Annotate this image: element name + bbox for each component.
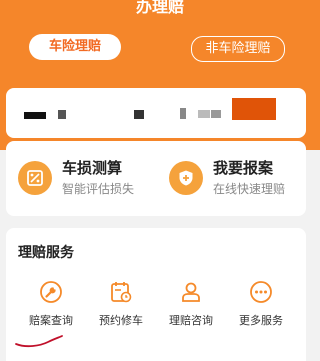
report-case-subtitle: 在线快速理赔 [213,182,286,196]
service-repair-booking[interactable]: 预约修车 [86,280,156,328]
wrench-icon [40,281,62,303]
quick-actions-card: 车损测算 智能评估损失 我要报案 在线快速理赔 [6,141,306,216]
report-case-action[interactable]: 我要报案 在线快速理赔 [169,153,309,203]
services-title: 理赔服务 [18,245,74,261]
damage-estimate-label: 车损测算 [62,159,123,177]
redacted-block [232,98,276,120]
service-claim-query-label: 赔案查询 [29,314,73,327]
service-claim-consult-label: 理赔咨询 [169,314,213,327]
calendar-clock-icon [111,282,132,303]
redacted-block [134,110,144,119]
report-case-label: 我要报案 [213,159,274,177]
tab-non-car-claims[interactable]: 非车险理赔 [191,36,285,62]
damage-estimate-subtitle: 智能评估损失 [62,182,135,196]
damage-estimate-action[interactable]: 车损测算 智能评估损失 [18,153,158,203]
redacted-block [198,110,210,118]
percent-document-icon [18,161,52,195]
service-claim-query[interactable]: 赔案查询 [16,280,86,328]
redacted-block [211,110,221,118]
service-more-label: 更多服务 [239,314,283,327]
policy-info-card[interactable] [6,88,306,138]
person-icon [182,282,200,302]
shield-plus-icon [169,161,203,195]
more-dots-icon [250,281,272,303]
service-claim-consult[interactable]: 理赔咨询 [156,280,226,328]
tab-car-claims[interactable]: 车险理赔 [29,34,121,60]
page-title: 办理赔 [135,0,184,16]
service-more[interactable]: 更多服务 [226,280,296,328]
service-repair-booking-label: 预约修车 [99,314,143,327]
redacted-block [180,108,186,119]
redacted-block [24,112,46,119]
handwritten-underline-mark [15,335,63,348]
redacted-block [58,110,66,119]
